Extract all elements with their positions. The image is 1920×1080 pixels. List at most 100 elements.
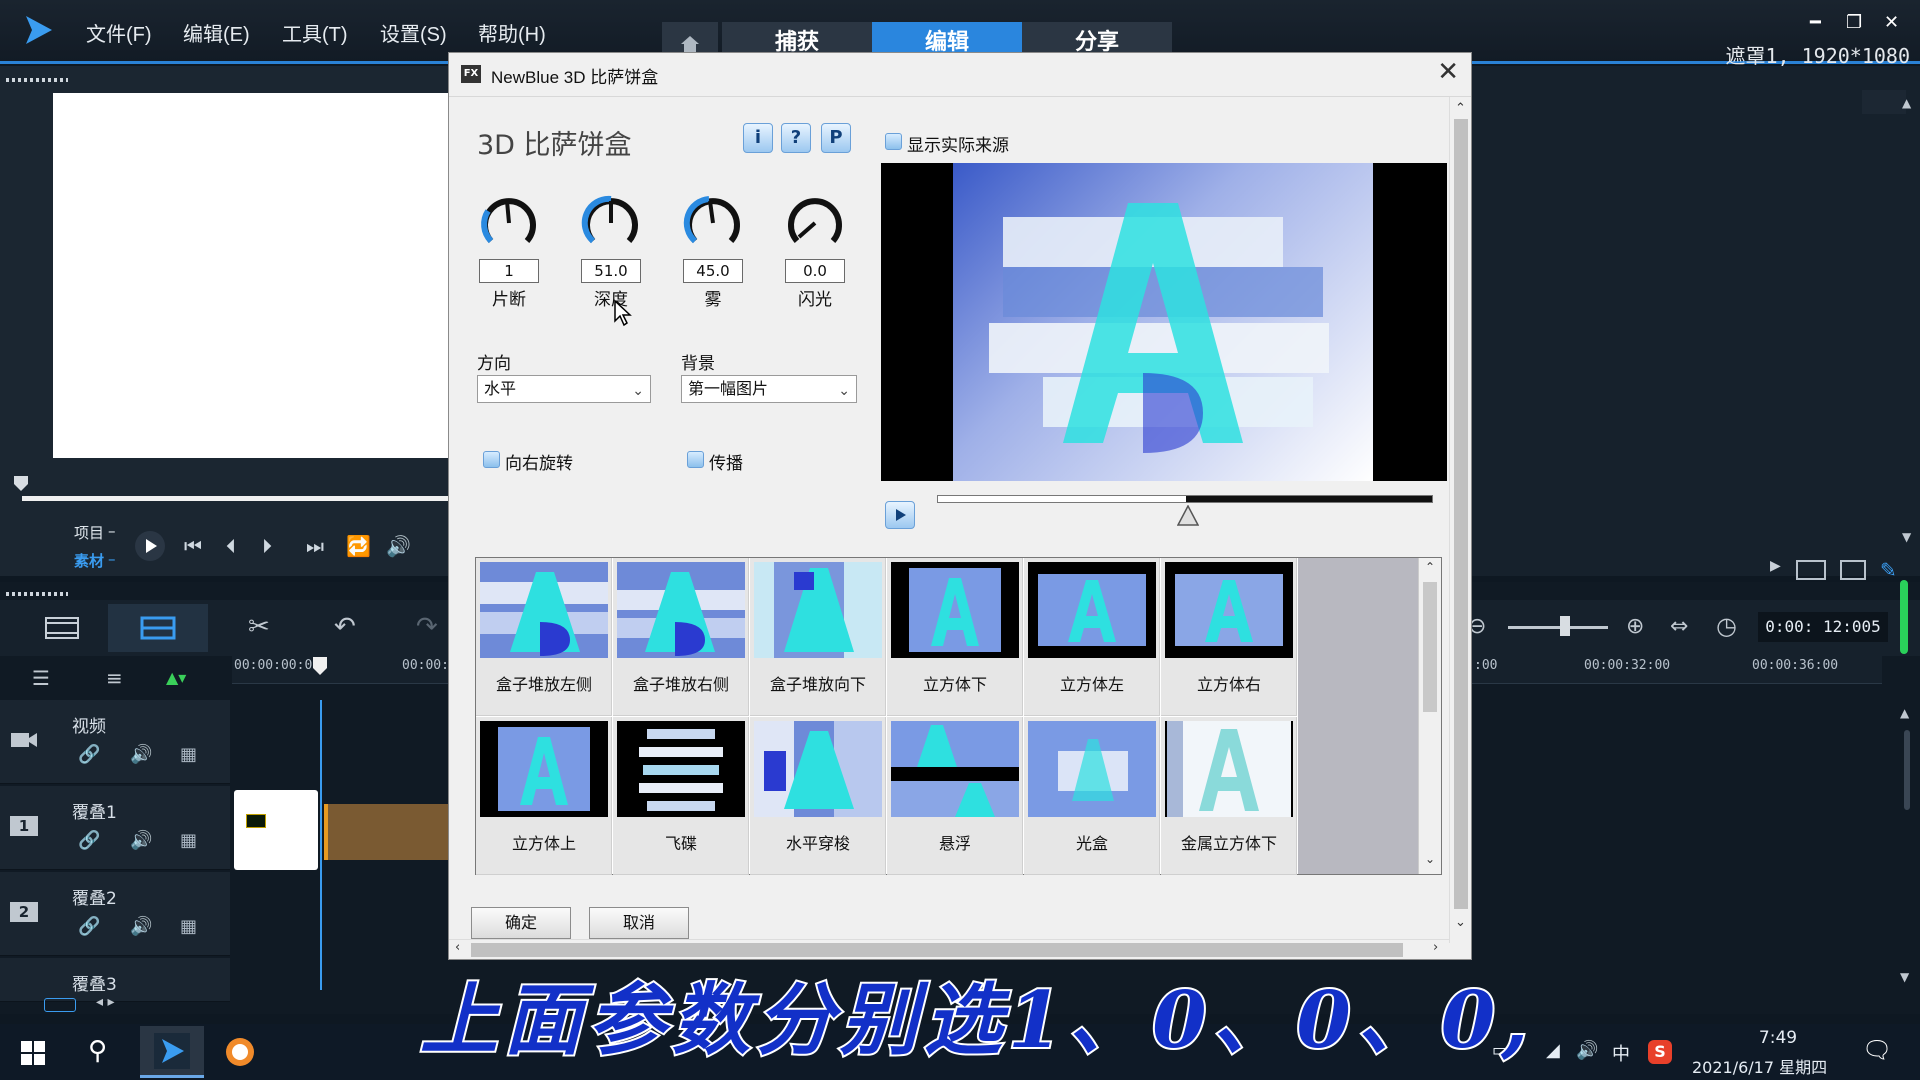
expand-arrow-icon[interactable]: ▶ [1770,558,1781,574]
preset-cube-down[interactable]: 立方体下 [887,558,1023,716]
storyboard-icon[interactable] [44,614,80,642]
chevron-up-icon[interactable]: ⌃ [1455,101,1466,116]
preset-float[interactable]: 悬浮 [887,717,1023,875]
link-icon[interactable]: 🔗 [78,916,100,937]
redo-icon[interactable]: ↷ [416,612,438,642]
preset-metal-cube-down[interactable]: 金属立方体下 [1161,717,1297,875]
menu-settings[interactable]: 设置(S) [380,18,447,47]
timeline-grip[interactable] [6,592,68,596]
windows-start-icon[interactable] [20,1040,46,1066]
play-icon[interactable] [134,530,166,562]
preset-saucer[interactable]: 飞碟 [613,717,749,875]
preset-box-stack-left[interactable]: 盒子堆放左侧 [476,558,612,716]
preview-slider[interactable] [937,495,1433,503]
preset-cube-left[interactable]: 立方体左 [1024,558,1160,716]
link-icon[interactable]: 🔗 [78,744,100,765]
scroll-up-icon[interactable]: ▲ [1902,96,1911,110]
restore-icon[interactable]: ❐ [1846,12,1862,33]
preset-cube-up[interactable]: 立方体上 [476,717,612,875]
tl-scroll-up-icon[interactable]: ▲ [1900,706,1909,720]
track-manager-icon[interactable]: ☰ [32,666,50,690]
preview-slider-thumb-icon[interactable] [1177,505,1199,529]
chevron-up-icon[interactable]: ⌃ [1425,560,1435,574]
tools-icon[interactable]: ✂ [248,612,270,642]
chevron-left-icon[interactable]: ‹ [455,940,460,955]
clock-time[interactable]: 7:49 [1728,1028,1828,1048]
edit-pen-icon[interactable]: ✎ [1880,558,1897,582]
close-window-icon[interactable]: ✕ [1884,12,1899,33]
chevron-down-icon[interactable]: ⌄ [1455,915,1466,930]
network-icon[interactable]: ◢ [1546,1040,1560,1061]
storyboard-view-icon[interactable] [1796,560,1826,580]
zoom-slider-thumb[interactable] [1560,616,1570,636]
dialog-vscroll[interactable]: ⌃ ⌄ [1449,97,1471,943]
tl-scroll-down-icon[interactable]: ▼ [1900,970,1909,984]
playhead-marker-icon[interactable] [312,656,328,676]
speaker-icon[interactable]: 🔊 [1576,1040,1598,1061]
preview-play-button[interactable] [885,501,915,529]
info-button[interactable]: i [743,123,773,153]
preset-cube-right[interactable]: 立方体右 [1161,558,1297,716]
clip-mode-label[interactable]: 素材 [74,550,104,571]
grid-view-icon[interactable] [1840,560,1866,580]
clock-date[interactable]: 2021/6/17 星期四 [1692,1054,1827,1078]
dialog-title-bar[interactable]: FX NewBlue 3D 比萨饼盒 ✕ [449,53,1471,97]
taskbar-app-editor[interactable] [140,1026,204,1078]
knob-depth-value[interactable]: 51.0 [581,259,641,283]
chapter-icon[interactable]: ≡ [106,666,123,690]
preset-button[interactable]: P [821,123,851,153]
ime-indicator[interactable]: 中 [1612,1040,1630,1066]
close-icon[interactable]: ✕ [1437,57,1459,87]
knob-segments[interactable] [479,193,539,253]
scroll-down-icon[interactable]: ▼ [1902,530,1911,544]
knob-flash-value[interactable]: 0.0 [785,259,845,283]
sogou-input-icon[interactable]: S [1648,1040,1672,1064]
repeat-icon[interactable]: 🔁 [346,534,371,558]
minimize-icon[interactable]: ━ [1810,12,1821,33]
track-grid-icon[interactable]: ▦ [180,916,197,937]
preset-horizontal-shuttle[interactable]: 水平穿梭 [750,717,886,875]
track-grid-icon[interactable]: ▦ [180,744,197,765]
track-volume-icon[interactable]: 🔊 [130,830,152,851]
overlay-clip[interactable] [234,790,318,870]
grid-scroll-thumb[interactable] [1423,582,1437,712]
ok-button[interactable]: 确定 [471,907,571,939]
scrub-marker-icon[interactable] [12,474,30,492]
tl-scrollbar[interactable] [1904,730,1910,810]
overlay-clip-selected[interactable] [324,804,448,860]
dialog-hscroll-thumb[interactable] [471,943,1403,957]
prev-frame-icon[interactable]: ⏴ [226,534,236,558]
rotate-right-checkbox[interactable] [483,451,500,468]
undo-icon[interactable]: ↶ [334,612,356,642]
project-mode-label[interactable]: 项目 [74,522,104,543]
grid-scrollbar[interactable]: ⌃ ⌄ [1418,558,1441,874]
preset-light-box[interactable]: 光盒 [1024,717,1160,875]
menu-tools[interactable]: 工具(T) [282,18,348,47]
track-add-icon[interactable] [44,998,76,1012]
timecode-display[interactable]: 0:00: 12:005 [1758,612,1888,642]
cancel-button[interactable]: 取消 [589,907,689,939]
zoom-in-icon[interactable]: ⊕ [1626,614,1644,639]
knob-segments-value[interactable]: 1 [479,259,539,283]
help-button[interactable]: ? [781,123,811,153]
skip-start-icon[interactable]: ⏮ [184,534,202,558]
knob-flash[interactable] [785,193,845,253]
knob-depth[interactable] [581,193,641,253]
scroll-left-icon[interactable]: ◂ ▸ [96,994,115,1010]
knob-fog-value[interactable]: 45.0 [683,259,743,283]
panel-grip[interactable] [6,78,68,82]
menu-file[interactable]: 文件(F) [86,18,152,47]
track-volume-icon[interactable]: 🔊 [130,916,152,937]
chevron-right-icon[interactable]: › [1433,940,1438,955]
next-frame-icon[interactable]: ⏵ [262,534,272,558]
spread-checkbox[interactable] [687,451,704,468]
skip-end-icon[interactable]: ⏭ [306,534,324,558]
zoom-slider[interactable] [1508,626,1608,629]
background-select[interactable]: 第一幅图片 ⌄ [681,375,857,403]
volume-icon[interactable]: 🔊 [386,534,411,558]
notification-icon[interactable]: 🗨 [1862,1036,1892,1064]
scrub-bar[interactable] [22,496,448,501]
dialog-vscroll-thumb[interactable] [1454,119,1468,909]
menu-help[interactable]: 帮助(H) [478,18,546,47]
preset-box-stack-down[interactable]: 盒子堆放向下 [750,558,886,716]
